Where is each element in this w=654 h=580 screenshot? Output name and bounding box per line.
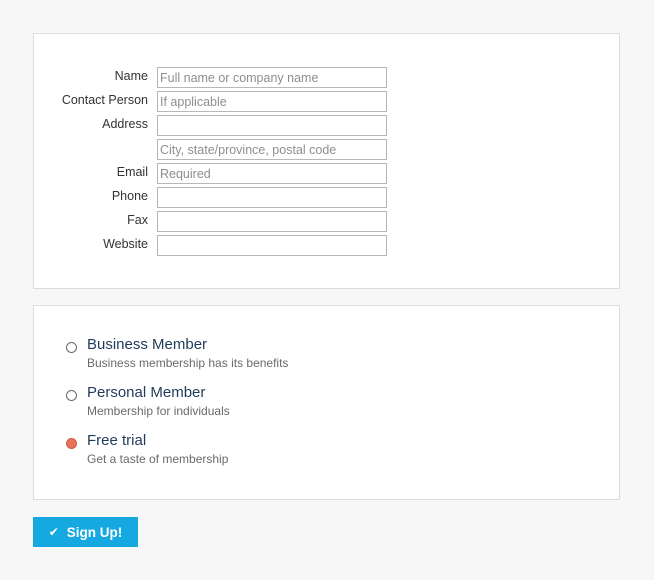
phone-input[interactable] xyxy=(157,187,387,208)
membership-panel: Business Member Business membership has … xyxy=(33,305,620,500)
name-input[interactable] xyxy=(157,67,387,88)
contact-person-label: Contact Person xyxy=(61,93,148,107)
checkmark-icon: ✔ xyxy=(48,525,59,539)
personal-member-option[interactable]: Personal Member Membership for individua… xyxy=(34,384,619,427)
business-member-title: Business Member xyxy=(87,336,208,353)
website-label: Website xyxy=(103,237,148,251)
website-row: Website xyxy=(34,235,619,256)
free-trial-title: Free trial xyxy=(87,432,147,449)
sign-up-button[interactable]: ✔ Sign Up! xyxy=(33,517,138,547)
address-row: Address xyxy=(34,115,619,136)
email-input[interactable] xyxy=(157,163,387,184)
free-trial-option[interactable]: Free trial Get a taste of membership xyxy=(34,432,619,475)
business-member-option[interactable]: Business Member Business membership has … xyxy=(34,336,619,379)
website-input[interactable] xyxy=(157,235,387,256)
business-member-description: Business membership has its benefits xyxy=(87,356,289,370)
contact-info-panel: Name Contact Person Address Email Phone … xyxy=(33,33,620,289)
name-label: Name xyxy=(114,69,148,83)
contact-person-input[interactable] xyxy=(157,91,387,112)
name-row: Name xyxy=(34,67,619,88)
city-state-postal-input[interactable] xyxy=(157,139,387,160)
email-row: Email xyxy=(34,163,619,184)
free-trial-description: Get a taste of membership xyxy=(87,452,229,466)
email-label: Email xyxy=(116,165,148,179)
personal-member-description: Membership for individuals xyxy=(87,404,230,418)
personal-member-title: Personal Member xyxy=(87,384,206,401)
contact-person-row: Contact Person xyxy=(34,91,619,112)
personal-member-radio[interactable] xyxy=(66,390,77,401)
fax-row: Fax xyxy=(34,211,619,232)
sign-up-label: Sign Up! xyxy=(66,524,123,540)
business-member-radio[interactable] xyxy=(66,342,77,353)
address-input[interactable] xyxy=(157,115,387,136)
fax-input[interactable] xyxy=(157,211,387,232)
fax-label: Fax xyxy=(127,213,148,227)
phone-label: Phone xyxy=(111,189,148,203)
address-line-2-row xyxy=(34,139,619,160)
phone-row: Phone xyxy=(34,187,619,208)
address-label: Address xyxy=(102,117,148,131)
free-trial-radio[interactable] xyxy=(66,438,77,449)
